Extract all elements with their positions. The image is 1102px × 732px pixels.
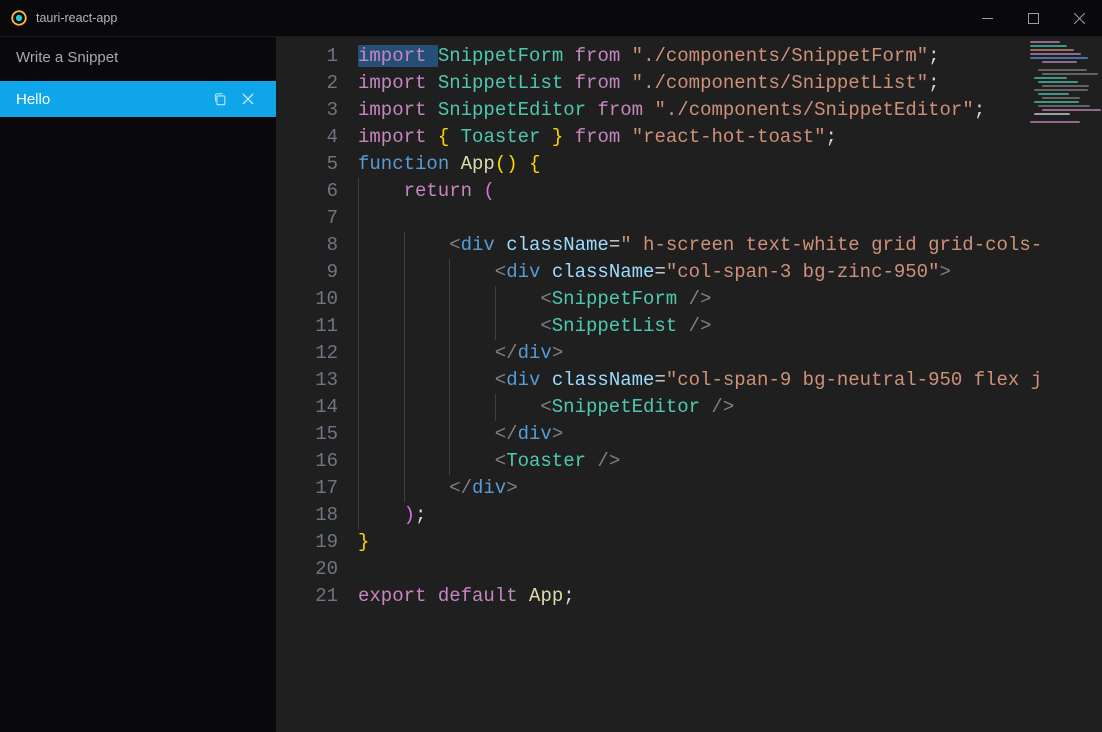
app-icon: [10, 9, 28, 27]
app-body: Hello 123456789101112131415161718192021 …: [0, 37, 1102, 732]
code-area[interactable]: import SnippetForm from "./components/Sn…: [358, 37, 1102, 732]
copy-icon[interactable]: [206, 92, 234, 106]
scrollbar-vertical[interactable]: [1088, 37, 1102, 732]
close-button[interactable]: [1056, 0, 1102, 37]
snippet-item[interactable]: Hello: [0, 81, 276, 117]
snippet-input[interactable]: [16, 49, 260, 66]
delete-icon[interactable]: [234, 92, 262, 106]
snippet-input-row: [0, 37, 276, 81]
snippet-list: Hello: [0, 81, 276, 732]
maximize-button[interactable]: [1010, 0, 1056, 37]
minimize-button[interactable]: [964, 0, 1010, 37]
editor[interactable]: 123456789101112131415161718192021 import…: [276, 37, 1102, 732]
app-window: tauri-react-app Hello: [0, 0, 1102, 732]
sidebar: Hello: [0, 37, 276, 732]
window-title: tauri-react-app: [36, 11, 117, 25]
titlebar[interactable]: tauri-react-app: [0, 0, 1102, 37]
line-gutter: 123456789101112131415161718192021: [276, 37, 358, 732]
snippet-item-label: Hello: [16, 91, 206, 108]
